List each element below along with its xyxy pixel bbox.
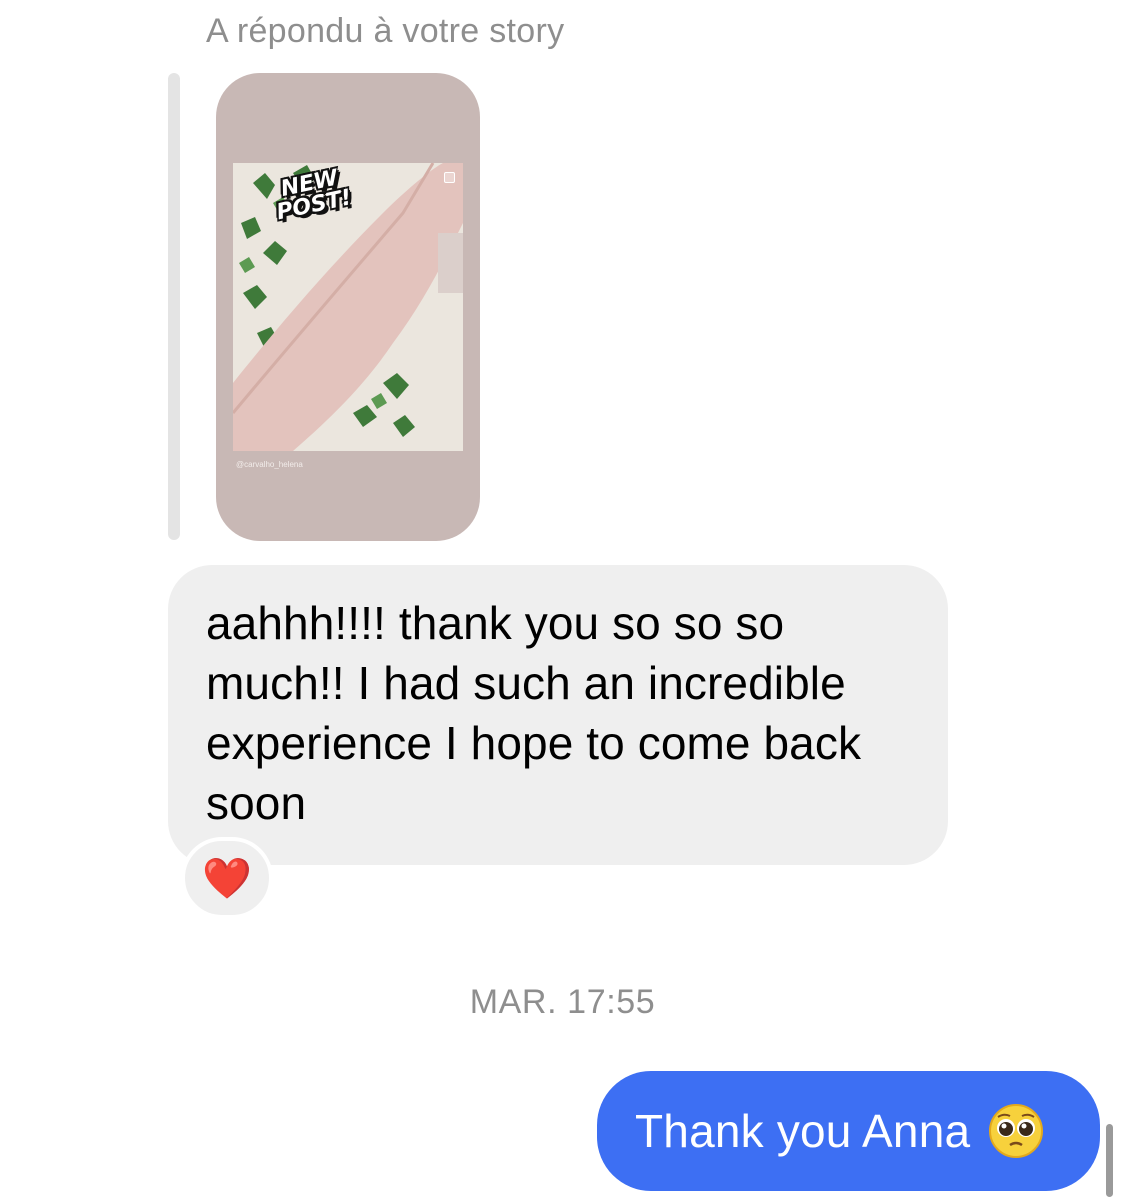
carousel-icon [444, 172, 455, 183]
story-handle: @carvalho_helena [236, 460, 303, 469]
story-preview[interactable]: NEW POST! @carvalho_helena [216, 73, 480, 541]
incoming-message-bubble[interactable]: aahhh!!!! thank you so so so much!! I ha… [168, 565, 948, 865]
incoming-message-text: aahhh!!!! thank you so so so much!! I ha… [206, 597, 862, 829]
outgoing-message-bubble[interactable]: Thank you Anna [597, 1071, 1100, 1191]
heart-icon: ❤️ [202, 856, 252, 901]
reply-label: A répondu à votre story [206, 12, 565, 50]
outgoing-message-text: Thank you Anna [635, 1105, 971, 1157]
heart-reaction[interactable]: ❤️ [181, 837, 273, 919]
scrollbar[interactable] [1106, 1124, 1113, 1197]
quote-bar [168, 73, 180, 540]
timestamp: MAR. 17:55 [469, 983, 656, 1021]
pleading-face-icon [989, 1104, 1044, 1158]
